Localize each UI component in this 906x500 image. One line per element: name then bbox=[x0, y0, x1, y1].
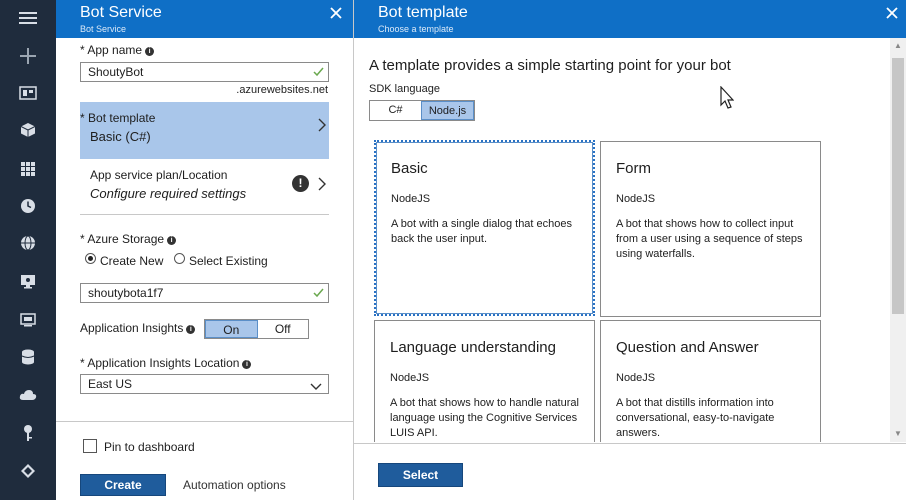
sdk-language-toggle[interactable]: C# Node.js bbox=[369, 100, 475, 121]
app-name-input[interactable]: ShoutyBot bbox=[80, 62, 329, 82]
scroll-up-icon[interactable]: ▲ bbox=[893, 41, 903, 51]
bot-service-blade: Bot Service Bot Service * App name i Shou… bbox=[56, 0, 354, 500]
sdk-language-label: SDK language bbox=[369, 83, 440, 95]
chevron-right-icon bbox=[318, 177, 326, 194]
left-nav bbox=[0, 0, 56, 500]
screen-icon[interactable] bbox=[0, 305, 56, 335]
domain-suffix: .azurewebsites.net bbox=[236, 84, 328, 96]
toggle-off[interactable]: Off bbox=[258, 320, 309, 338]
plus-icon[interactable] bbox=[0, 41, 56, 71]
create-button[interactable]: Create bbox=[80, 474, 166, 496]
mouse-cursor-icon bbox=[720, 85, 735, 113]
create-new-radio[interactable] bbox=[85, 253, 96, 264]
check-icon bbox=[313, 66, 324, 80]
template-heading: A template provides a simple starting po… bbox=[369, 57, 731, 74]
bot-template-blade: Bot template Choose a template A templat… bbox=[354, 0, 906, 500]
warning-icon: ! bbox=[292, 175, 309, 192]
pin-to-dashboard-label: Pin to dashboard bbox=[104, 440, 195, 454]
cloud-icon[interactable] bbox=[0, 380, 56, 410]
menu-icon[interactable] bbox=[0, 3, 56, 33]
card-description: A bot that distills information into con… bbox=[616, 397, 775, 439]
card-sdk: NodeJS bbox=[390, 372, 430, 384]
sdk-option-csharp[interactable]: C# bbox=[370, 101, 421, 120]
card-sdk: NodeJS bbox=[391, 193, 431, 205]
storage-name-input[interactable]: shoutybota1f7 bbox=[80, 283, 329, 303]
app-service-plan-label: App service plan/Location bbox=[90, 168, 228, 182]
diamond-icon[interactable] bbox=[0, 456, 56, 486]
select-existing-label: Select Existing bbox=[189, 254, 268, 268]
card-description: A bot that shows how to collect input fr… bbox=[616, 218, 803, 260]
blade-header: Bot Service Bot Service bbox=[56, 0, 353, 38]
info-icon[interactable]: i bbox=[145, 47, 155, 56]
select-existing-radio[interactable] bbox=[174, 253, 185, 264]
template-card-form[interactable]: Form NodeJS A bot that shows how to coll… bbox=[600, 141, 821, 317]
blade-title: Bot template bbox=[378, 4, 468, 21]
close-icon[interactable] bbox=[327, 4, 345, 22]
chevron-right-icon bbox=[318, 118, 326, 135]
app-service-plan-selector[interactable]: App service plan/Location Configure requ… bbox=[80, 160, 329, 214]
footer-divider bbox=[354, 443, 906, 444]
blade-subtitle: Choose a template bbox=[378, 24, 454, 34]
cube-icon[interactable] bbox=[0, 115, 56, 145]
blade-header: Bot template Choose a template bbox=[354, 0, 906, 38]
scroll-down-icon[interactable]: ▼ bbox=[893, 429, 903, 439]
globe-icon[interactable] bbox=[0, 228, 56, 258]
blade-subtitle: Bot Service bbox=[80, 24, 127, 34]
check-icon bbox=[313, 287, 324, 301]
footer-divider bbox=[56, 421, 354, 422]
app-name-label: * App name i bbox=[80, 43, 155, 57]
app-insights-label: Application Insights i bbox=[80, 321, 196, 335]
info-icon[interactable]: i bbox=[186, 325, 196, 334]
select-button[interactable]: Select bbox=[378, 463, 463, 487]
bot-template-label: * Bot template bbox=[80, 111, 156, 125]
card-title: Basic bbox=[391, 160, 428, 177]
scroll-thumb[interactable] bbox=[892, 58, 904, 314]
key-icon[interactable] bbox=[0, 418, 56, 448]
bot-template-value: Basic (C#) bbox=[90, 129, 151, 144]
card-title: Form bbox=[616, 160, 651, 177]
location-select[interactable]: East US bbox=[80, 374, 329, 394]
info-icon[interactable]: i bbox=[167, 236, 177, 245]
template-content: A template provides a simple starting po… bbox=[354, 38, 906, 442]
card-description: A bot that shows how to handle natural l… bbox=[390, 397, 579, 439]
create-new-label: Create New bbox=[100, 254, 164, 268]
monitor-icon[interactable] bbox=[0, 266, 56, 296]
chevron-down-icon bbox=[310, 380, 322, 394]
close-icon[interactable] bbox=[883, 4, 901, 22]
app-service-plan-value: Configure required settings bbox=[90, 186, 247, 201]
template-card-question-and-answer[interactable]: Question and Answer NodeJS A bot that di… bbox=[600, 320, 821, 442]
template-card-basic[interactable]: Basic NodeJS A bot with a single dialog … bbox=[374, 140, 595, 316]
app-insights-location-label: * Application Insights Location i bbox=[80, 356, 252, 370]
toggle-on[interactable]: On bbox=[205, 320, 258, 338]
card-title: Language understanding bbox=[390, 339, 556, 356]
card-sdk: NodeJS bbox=[616, 193, 656, 205]
divider bbox=[80, 214, 329, 215]
template-card-language-understanding[interactable]: Language understanding NodeJS A bot that… bbox=[374, 320, 595, 442]
card-sdk: NodeJS bbox=[616, 372, 656, 384]
grid-icon[interactable] bbox=[0, 154, 56, 184]
scrollbar[interactable]: ▲ ▼ bbox=[890, 38, 906, 442]
app-insights-toggle[interactable]: On Off bbox=[204, 319, 309, 339]
card-description: A bot with a single dialog that echoes b… bbox=[391, 218, 573, 245]
bot-template-selector[interactable]: * Bot template Basic (C#) bbox=[80, 102, 329, 159]
dashboard-icon[interactable] bbox=[0, 78, 56, 108]
clock-icon[interactable] bbox=[0, 191, 56, 221]
azure-storage-label: * Azure Storage i bbox=[80, 232, 177, 246]
card-title: Question and Answer bbox=[616, 339, 759, 356]
automation-options-link[interactable]: Automation options bbox=[183, 478, 286, 492]
sdk-option-nodejs[interactable]: Node.js bbox=[421, 101, 474, 120]
database-icon[interactable] bbox=[0, 342, 56, 372]
blade-title: Bot Service bbox=[80, 4, 162, 21]
pin-to-dashboard-checkbox[interactable] bbox=[83, 439, 97, 453]
info-icon[interactable]: i bbox=[242, 360, 252, 369]
